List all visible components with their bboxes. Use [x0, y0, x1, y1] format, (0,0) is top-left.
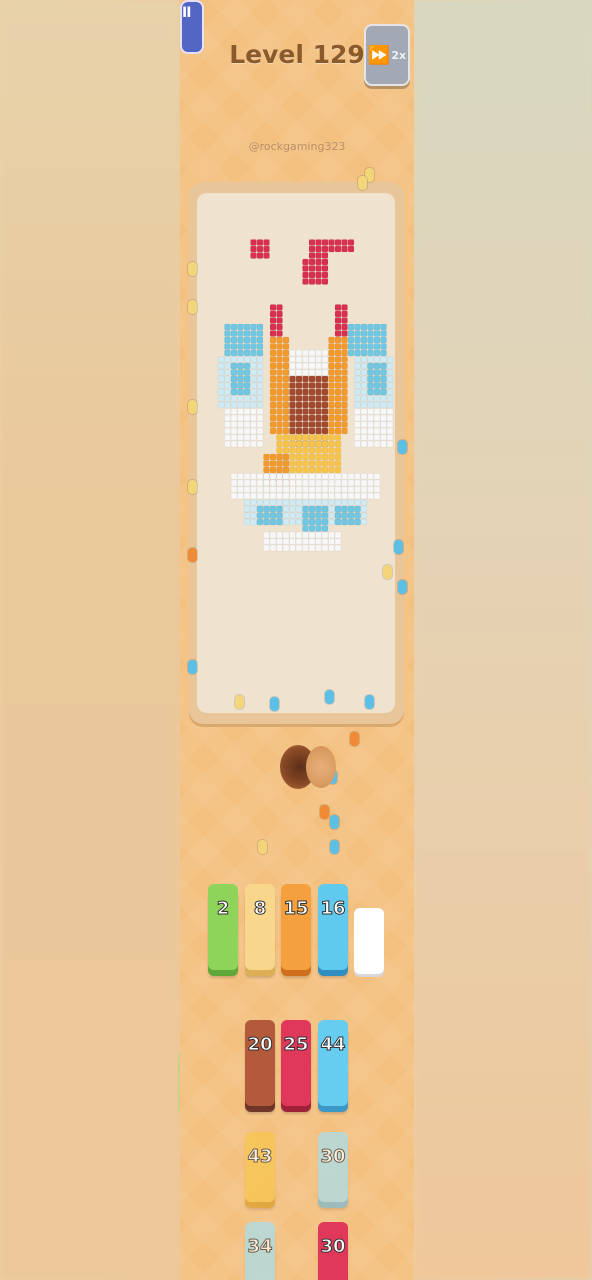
ant-icon [258, 840, 267, 854]
ant-icon [330, 840, 339, 854]
puzzle-board [197, 193, 395, 713]
watermark: @rockgaming323 [248, 140, 346, 153]
fast-forward-icon: ⏩ [367, 44, 391, 66]
stack-tile[interactable]: 25 [281, 1020, 311, 1106]
slot-tile[interactable]: 2 [208, 884, 238, 970]
speed-label: 2x [391, 48, 407, 62]
empty-slot[interactable] [354, 908, 384, 974]
ant-icon [188, 480, 197, 494]
game-screen: II Level 129 ⏩ 2x @rockgaming323 2 8 15 16 2… [180, 0, 414, 1280]
ant-icon [358, 176, 367, 190]
pixel-art-dragon [217, 239, 394, 552]
ant-icon [235, 695, 244, 709]
ant-icon [398, 580, 407, 594]
ant-hole-light [306, 746, 336, 788]
stack-tile[interactable]: 20 [245, 1020, 275, 1106]
ant-icon [394, 540, 403, 554]
blurred-background-right [414, 0, 592, 1280]
ant-icon [188, 548, 197, 562]
ant-icon [320, 805, 329, 819]
slot-tile[interactable]: 16 [318, 884, 348, 970]
ant-icon [398, 440, 407, 454]
slot-tile[interactable]: 8 [245, 884, 275, 970]
ant-icon [188, 262, 197, 276]
ant-icon [270, 697, 279, 711]
ant-icon [350, 732, 359, 746]
ant-icon [330, 815, 339, 829]
slot-tile[interactable]: 15 [281, 884, 311, 970]
ant-icon [365, 695, 374, 709]
stack-tile-locked[interactable]: 43 [245, 1132, 275, 1202]
ant-icon [188, 400, 197, 414]
stack-tile-locked[interactable]: 30 [318, 1222, 348, 1280]
ant-icon [188, 660, 197, 674]
ant-icon [188, 300, 197, 314]
blurred-background-left [0, 0, 180, 1280]
stack-tile-locked[interactable]: 30 [318, 1132, 348, 1202]
ant-icon [383, 565, 392, 579]
stack-tile[interactable]: 44 [318, 1020, 348, 1106]
pause-icon: II [182, 5, 191, 21]
ant-icon [325, 690, 334, 704]
stack-tile-locked[interactable]: 34 [245, 1222, 275, 1280]
speed-button[interactable]: ⏩ 2x [364, 24, 410, 86]
